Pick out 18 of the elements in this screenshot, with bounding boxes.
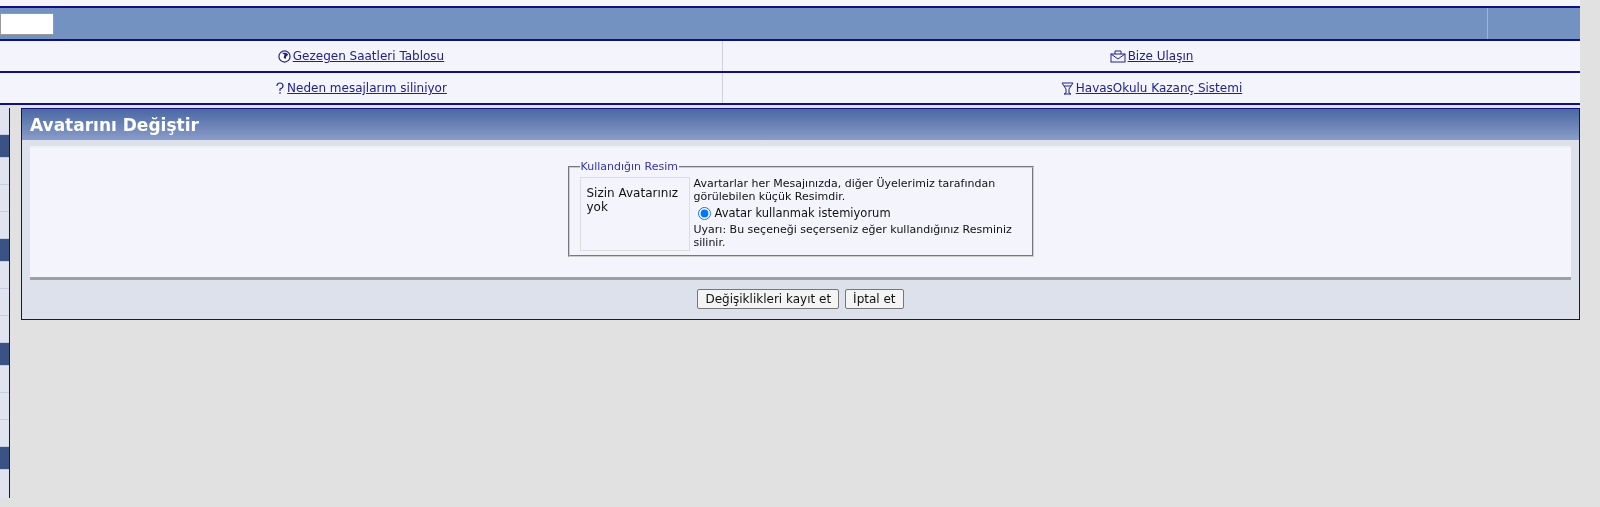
panel-title: Avatarını Değiştir — [30, 114, 199, 135]
warning-text: Uyarı: Bu seçeneği seçerseniz eğer kullandığınız Resminiz silinir. — [693, 223, 1013, 249]
nav-link[interactable]: Neden mesajlarım siliniyor — [275, 81, 447, 95]
avatar-option[interactable]: Avatar kullanmak istemiyorum — [693, 206, 1022, 220]
radio-button[interactable] — [697, 206, 711, 220]
globe-icon — [277, 49, 291, 63]
mail-icon — [1109, 49, 1126, 63]
nav-link[interactable]: HavasOkulu Kazanç Sistemi — [1060, 81, 1243, 95]
fieldset-legend: Kullandığın Resim — [579, 160, 679, 173]
description-text: Avartarlar her Mesajınızda, diğer Üyelerimiz tarafından görülebilen küçük Resimdir. — [693, 177, 997, 203]
question-icon — [275, 81, 286, 95]
nav-link[interactable]: Gezegen Saatleri Tablosu — [277, 49, 445, 63]
avatar-text: Sizin Avatarınız yok — [586, 186, 679, 214]
search-field[interactable] — [0, 12, 54, 35]
nav-link[interactable]: Bize Ulaşın — [1109, 49, 1194, 63]
cup-icon — [1060, 81, 1074, 95]
save-button[interactable]: Değişiklikleri kayıt et — [697, 289, 840, 309]
cancel-button[interactable]: İptal et — [845, 289, 904, 309]
